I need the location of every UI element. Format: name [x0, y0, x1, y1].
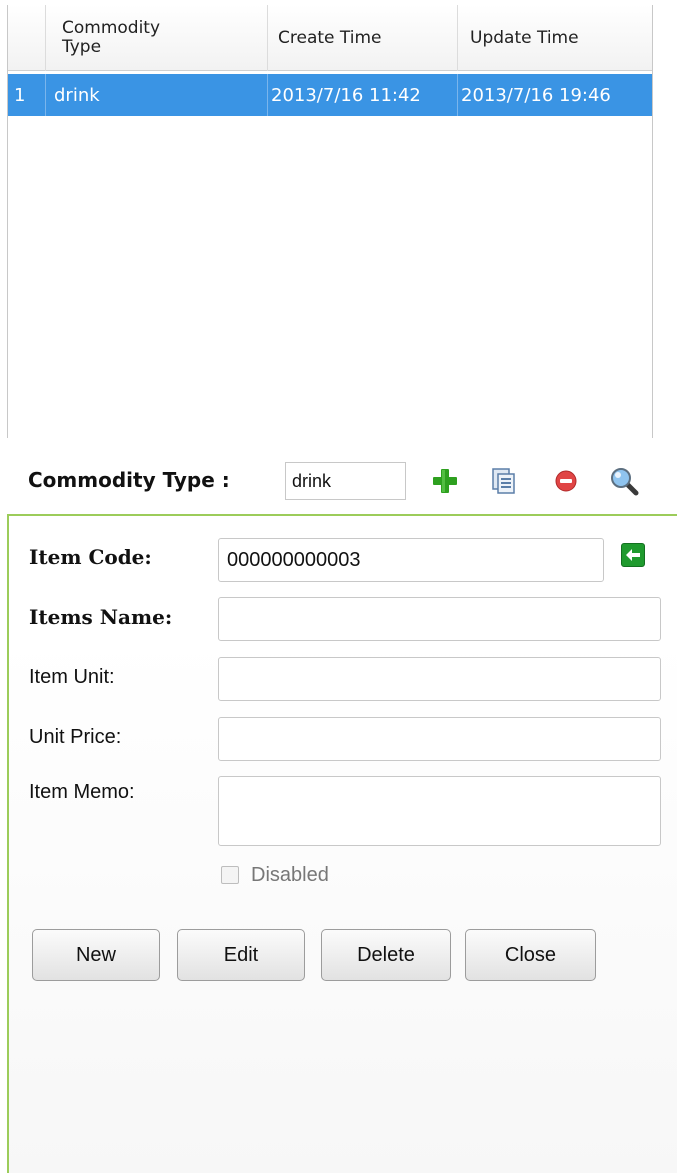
- item-code-field[interactable]: 000000000003: [218, 538, 604, 582]
- arrow-left-icon[interactable]: [621, 543, 645, 567]
- disabled-checkbox[interactable]: [221, 866, 239, 884]
- cell-commodity-type: drink: [46, 74, 268, 116]
- close-button[interactable]: Close: [465, 929, 596, 981]
- table-row[interactable]: 1 drink 2013/7/16 11:42 2013/7/16 19:46: [8, 74, 652, 116]
- commodity-type-toolbar: Commodity Type : drink: [0, 452, 677, 512]
- cell-update-time: 2013/7/16 19:46: [461, 84, 611, 106]
- cell-create-time: 2013/7/16 11:42: [268, 74, 458, 116]
- item-unit-label: Item Unit:: [29, 666, 115, 688]
- commodity-type-input[interactable]: drink: [285, 462, 406, 500]
- column-header-update-time[interactable]: Update Time: [458, 5, 652, 71]
- row-number-header: [8, 5, 46, 71]
- item-memo-field[interactable]: [218, 776, 661, 846]
- disabled-checkbox-row[interactable]: Disabled: [221, 862, 329, 888]
- item-unit-field[interactable]: [218, 657, 661, 701]
- column-header-create-time[interactable]: Create Time: [268, 5, 458, 71]
- items-name-field[interactable]: [218, 597, 661, 641]
- remove-icon[interactable]: [551, 466, 581, 496]
- edit-button[interactable]: Edit: [177, 929, 305, 981]
- item-form-panel: Item Code: 000000000003 Items Name: Item…: [7, 514, 677, 1173]
- unit-price-field[interactable]: [218, 717, 661, 761]
- search-icon[interactable]: [609, 466, 639, 496]
- commodity-type-label: Commodity Type :: [28, 468, 230, 492]
- new-button[interactable]: New: [32, 929, 160, 981]
- add-icon[interactable]: [430, 466, 460, 496]
- item-code-label: Item Code:: [29, 545, 152, 569]
- grid-header: Commodity Type Create Time Update Time: [8, 5, 652, 71]
- items-name-label: Items Name:: [29, 605, 173, 629]
- item-memo-label: Item Memo:: [29, 781, 135, 803]
- save-icon[interactable]: [488, 466, 518, 496]
- row-number: 1: [8, 74, 46, 116]
- column-header-commodity-type[interactable]: Commodity Type: [46, 5, 268, 71]
- unit-price-label: Unit Price:: [29, 726, 122, 748]
- commodity-type-grid: Commodity Type Create Time Update Time 1…: [7, 5, 653, 438]
- delete-button[interactable]: Delete: [321, 929, 451, 981]
- disabled-label: Disabled: [251, 863, 329, 886]
